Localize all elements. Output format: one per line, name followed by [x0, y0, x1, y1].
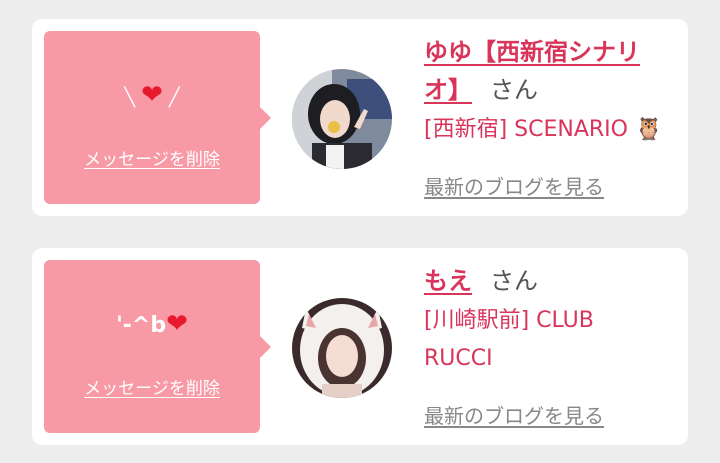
message-stamp: ╲ ❤ ╱	[44, 81, 260, 112]
message-stamp: '-^b❤	[44, 310, 260, 340]
sparkle-right-icon: ╱	[168, 87, 180, 108]
shop-name: [川崎駅前] CLUB RUCCI	[424, 308, 594, 371]
sender-info: もえ さん [川崎駅前] CLUB RUCCI	[424, 262, 664, 378]
honorific: さん	[490, 267, 538, 295]
owl-icon: 🦉	[634, 117, 663, 142]
latest-blog-link[interactable]: 最新のブログを見る	[424, 171, 604, 200]
sender-name-link[interactable]: もえ	[424, 267, 472, 295]
message-bubble: '-^b❤ メッセージを削除	[44, 260, 271, 433]
shop-name: [西新宿] SCENARIO 🦉	[424, 111, 664, 149]
message-bubble: ╲ ❤ ╱ メッセージを削除	[44, 31, 271, 204]
shop-label: [西新宿] SCENARIO	[424, 117, 628, 142]
avatar[interactable]	[292, 298, 392, 398]
heart-icon: ❤	[166, 309, 188, 339]
avatar[interactable]	[292, 69, 392, 169]
honorific: さん	[490, 76, 538, 104]
heart-icon: ❤	[141, 80, 163, 110]
sender-name-line: もえ さん	[424, 262, 664, 300]
message-card: ╲ ❤ ╱ メッセージを削除 ゆゆ【西新宿シナリオ】 さん [西新宿] SCENARI…	[32, 19, 688, 216]
sender-info: ゆゆ【西新宿シナリオ】 さん [西新宿] SCENARIO 🦉	[424, 33, 664, 149]
sparkle-left-icon: ╲	[124, 87, 136, 108]
message-card: '-^b❤ メッセージを削除 もえ さん [川崎駅前] CLUB RUCCI 最新…	[32, 248, 688, 445]
sender-name-line: ゆゆ【西新宿シナリオ】 さん	[424, 33, 664, 109]
delete-message-link[interactable]: メッセージを削除	[44, 145, 260, 170]
avatar-photo	[292, 298, 392, 398]
latest-blog-link[interactable]: 最新のブログを見る	[424, 400, 604, 429]
avatar-photo	[292, 69, 392, 169]
delete-message-link[interactable]: メッセージを削除	[44, 374, 260, 399]
stamp-text: '-^b	[116, 313, 167, 338]
